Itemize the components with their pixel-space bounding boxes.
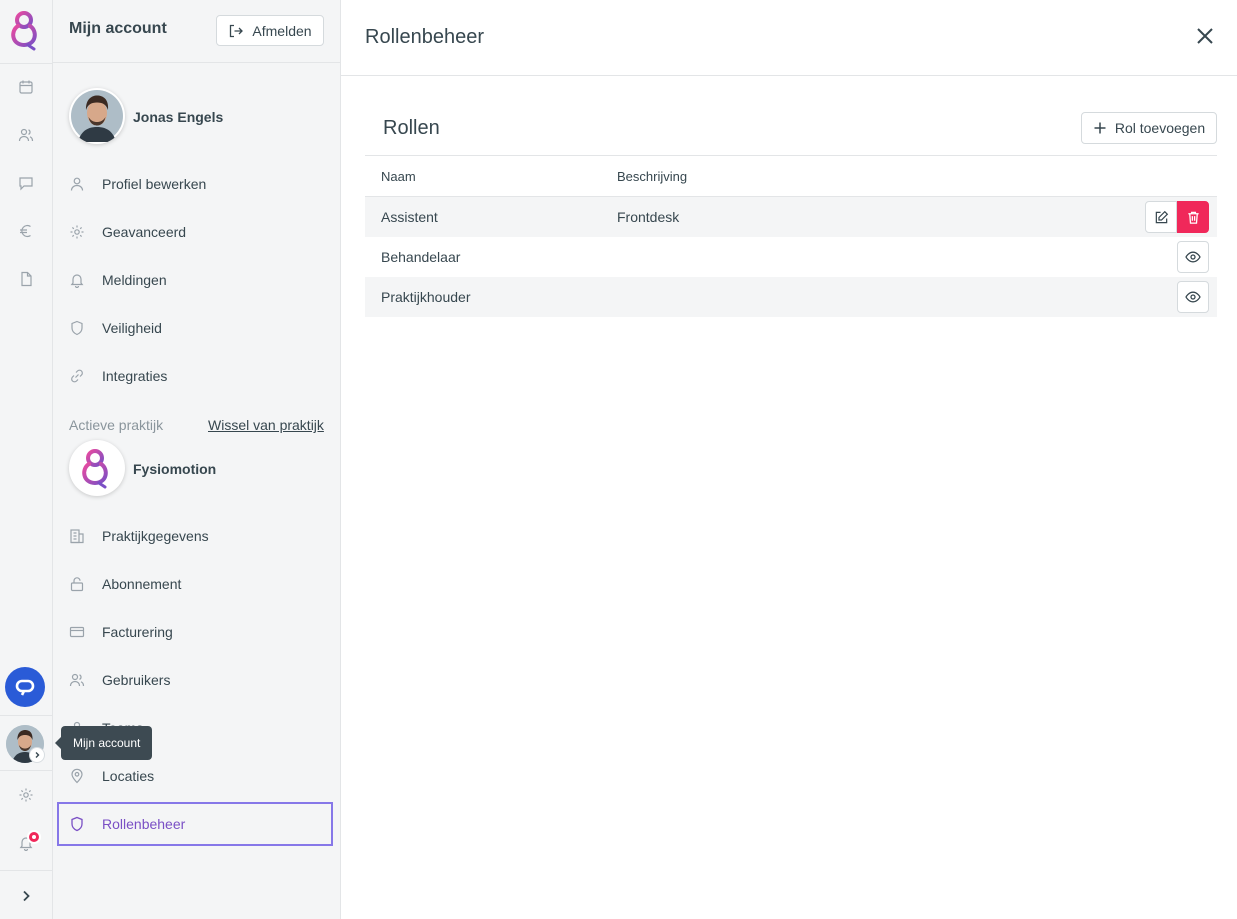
user-avatar xyxy=(69,88,125,144)
eye-icon xyxy=(1185,289,1201,305)
role-name: Behandelaar xyxy=(381,249,461,265)
menu-item-label: Meldingen xyxy=(102,272,167,288)
calendar-icon[interactable] xyxy=(13,74,39,100)
menu-item-facturering[interactable]: Facturering xyxy=(57,610,333,654)
user-name: Jonas Engels xyxy=(133,109,224,125)
menu-item-veiligheid[interactable]: Veiligheid xyxy=(57,306,333,350)
menu-item-label: Facturering xyxy=(102,624,173,640)
close-icon[interactable] xyxy=(1194,25,1216,47)
left-rail xyxy=(0,0,53,919)
shield-icon xyxy=(68,319,86,337)
menu-item-profiel-bewerken[interactable]: Profiel bewerken xyxy=(57,162,333,206)
account-panel: Mijn account Afmelden Jonas Engels Profi… xyxy=(53,0,341,919)
bell-icon xyxy=(68,271,86,289)
menu-item-label: Integraties xyxy=(102,368,168,384)
practice-logo xyxy=(69,440,125,496)
table-row[interactable]: Praktijkhouder xyxy=(365,277,1217,317)
page-title: Rollenbeheer xyxy=(365,26,484,48)
table-row[interactable]: Assistent Frontdesk xyxy=(365,197,1217,237)
link-icon xyxy=(68,367,86,385)
euro-icon[interactable] xyxy=(13,218,39,244)
row-actions xyxy=(1145,201,1209,233)
edit-button[interactable] xyxy=(1145,201,1177,233)
panel-header: Mijn account Afmelden xyxy=(53,0,340,63)
app-logo-icon[interactable] xyxy=(8,9,44,51)
notification-badge xyxy=(27,830,41,844)
menu-item-abonnement[interactable]: Abonnement xyxy=(57,562,333,606)
building-icon xyxy=(68,527,86,545)
menu-item-label: Abonnement xyxy=(102,576,182,592)
menu-item-rollenbeheer[interactable]: Rollenbeheer xyxy=(57,802,333,846)
support-chat-button[interactable] xyxy=(5,667,45,707)
menu-item-label: Profiel bewerken xyxy=(102,176,207,192)
main-content: Rollenbeheer Rollen Rol toevoegen Naam B… xyxy=(341,0,1237,919)
logout-button[interactable]: Afmelden xyxy=(216,15,324,46)
switch-practice-link[interactable]: Wissel van praktijk xyxy=(208,417,324,433)
view-button[interactable] xyxy=(1177,241,1209,273)
menu-item-label: Praktijkgegevens xyxy=(102,528,209,544)
rail-divider xyxy=(0,715,52,716)
panel-title: Mijn account xyxy=(69,20,167,37)
menu-item-label: Locaties xyxy=(102,768,155,784)
shield-icon xyxy=(68,815,86,833)
menu-item-label: Veiligheid xyxy=(102,320,162,336)
active-practice-label: Actieve praktijk xyxy=(69,417,164,433)
menu-item-praktijkgegevens[interactable]: Praktijkgegevens xyxy=(57,514,333,558)
document-icon[interactable] xyxy=(13,266,39,292)
map-pin-icon xyxy=(68,767,86,785)
users-icon xyxy=(68,671,86,689)
row-actions xyxy=(1177,241,1209,273)
edit-icon xyxy=(1154,210,1169,225)
credit-card-icon xyxy=(68,623,86,641)
column-header-beschrijving: Beschrijving xyxy=(617,168,688,184)
chevron-right-icon[interactable] xyxy=(29,747,45,763)
column-header-naam: Naam xyxy=(381,168,416,184)
menu-item-label: Rollenbeheer xyxy=(102,816,186,832)
menu-item-gebruikers[interactable]: Gebruikers xyxy=(57,658,333,702)
menu-item-meldingen[interactable]: Meldingen xyxy=(57,258,333,302)
role-name: Praktijkhouder xyxy=(381,289,471,305)
gear-icon[interactable] xyxy=(13,782,39,808)
menu-item-locaties[interactable]: Locaties xyxy=(57,754,333,798)
plus-icon xyxy=(1093,121,1107,135)
trash-icon xyxy=(1186,210,1201,225)
main-header: Rollenbeheer xyxy=(341,0,1237,76)
table-header: Naam Beschrijving xyxy=(365,156,1217,197)
delete-button[interactable] xyxy=(1177,201,1209,233)
menu-item-label: Gebruikers xyxy=(102,672,171,688)
add-role-label: Rol toevoegen xyxy=(1114,120,1206,136)
add-role-button[interactable]: Rol toevoegen xyxy=(1081,112,1217,144)
lock-icon xyxy=(68,575,86,593)
roles-table: Naam Beschrijving Assistent Frontdesk Be… xyxy=(365,155,1217,317)
role-description: Frontdesk xyxy=(617,209,680,225)
account-tooltip: Mijn account xyxy=(54,726,153,760)
menu-item-label: Geavanceerd xyxy=(102,224,187,240)
section-title: Rollen xyxy=(383,117,440,139)
table-row[interactable]: Behandelaar xyxy=(365,237,1217,277)
users-icon[interactable] xyxy=(13,122,39,148)
rail-divider xyxy=(0,63,52,64)
logout-label: Afmelden xyxy=(252,22,312,39)
rail-divider xyxy=(0,770,52,771)
chat-icon[interactable] xyxy=(13,170,39,196)
row-actions xyxy=(1177,281,1209,313)
rail-divider xyxy=(0,870,52,871)
logout-icon xyxy=(228,23,244,39)
eye-icon xyxy=(1185,249,1201,265)
menu-item-integraties[interactable]: Integraties xyxy=(57,354,333,398)
expand-chevron-icon[interactable] xyxy=(13,883,39,909)
practice-name: Fysiomotion xyxy=(133,461,217,477)
view-button[interactable] xyxy=(1177,281,1209,313)
role-name: Assistent xyxy=(381,209,438,225)
menu-item-geavanceerd[interactable]: Geavanceerd xyxy=(57,210,333,254)
gear-icon xyxy=(68,223,86,241)
user-icon xyxy=(68,175,86,193)
